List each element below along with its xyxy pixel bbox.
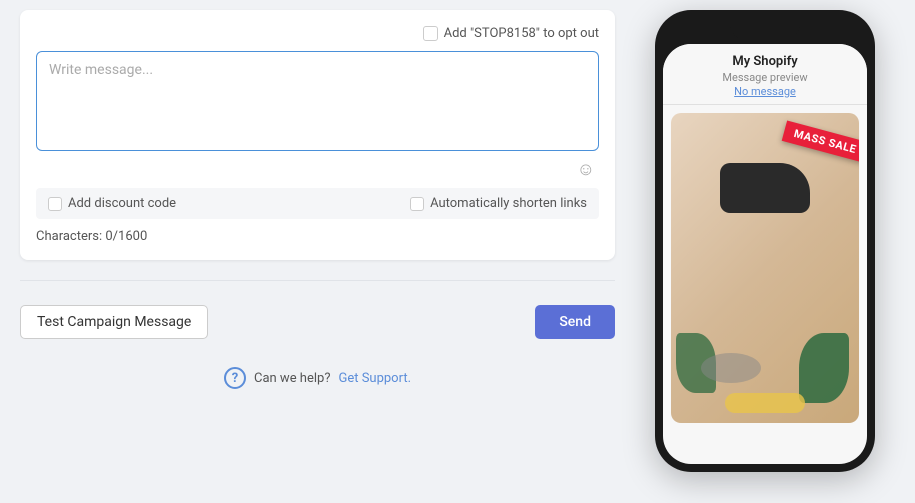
send-button[interactable]: Send bbox=[535, 305, 615, 339]
shorten-links-label: Automatically shorten links bbox=[430, 196, 587, 211]
section-divider bbox=[20, 280, 615, 281]
phone-screen: My Shopify Message preview No message MA… bbox=[663, 44, 867, 464]
message-textarea[interactable] bbox=[36, 51, 599, 151]
phone-preview-label: Message preview bbox=[673, 71, 857, 84]
emoji-row: ☺ bbox=[36, 159, 599, 180]
phone-header: My Shopify Message preview No message bbox=[663, 44, 867, 105]
help-row: ? Can we help? Get Support. bbox=[20, 367, 615, 389]
sale-badge: MASS SALE bbox=[782, 120, 859, 162]
character-count: Characters: 0/1600 bbox=[36, 229, 599, 244]
plant-leaf bbox=[799, 333, 849, 403]
test-campaign-button[interactable]: Test Campaign Message bbox=[20, 305, 208, 339]
get-support-link[interactable]: Get Support. bbox=[338, 371, 411, 386]
opt-out-label: Add "STOP8158" to opt out bbox=[444, 26, 599, 41]
composer-card: Add "STOP8158" to opt out ☺ Add discount… bbox=[20, 10, 615, 260]
left-panel: Add "STOP8158" to opt out ☺ Add discount… bbox=[0, 0, 635, 409]
phone-notch bbox=[730, 18, 800, 40]
can-we-help-text: Can we help? bbox=[254, 371, 330, 386]
options-row: Add discount code Automatically shorten … bbox=[36, 188, 599, 219]
discount-code-checkbox[interactable] bbox=[48, 197, 62, 211]
shorten-links-checkbox[interactable] bbox=[410, 197, 424, 211]
discount-code-option: Add discount code bbox=[48, 196, 176, 211]
opt-out-row: Add "STOP8158" to opt out bbox=[36, 26, 599, 41]
phone-wrapper: My Shopify Message preview No message MA… bbox=[635, 0, 915, 472]
sale-image: MASS SALE bbox=[671, 113, 859, 423]
yellow-item bbox=[725, 393, 805, 413]
action-row: Test Campaign Message Send bbox=[20, 301, 615, 343]
accessories-blob bbox=[701, 353, 761, 383]
help-icon[interactable]: ? bbox=[224, 367, 246, 389]
shoe-silhouette bbox=[720, 163, 810, 213]
emoji-icon[interactable]: ☺ bbox=[577, 159, 595, 180]
phone-store-name: My Shopify bbox=[673, 54, 857, 69]
phone-image-area: MASS SALE bbox=[663, 105, 867, 431]
opt-out-checkbox[interactable] bbox=[423, 26, 438, 41]
phone-mockup: My Shopify Message preview No message MA… bbox=[655, 10, 875, 472]
shorten-links-option: Automatically shorten links bbox=[410, 196, 587, 211]
discount-code-label: Add discount code bbox=[68, 196, 176, 211]
phone-no-message: No message bbox=[673, 85, 857, 98]
